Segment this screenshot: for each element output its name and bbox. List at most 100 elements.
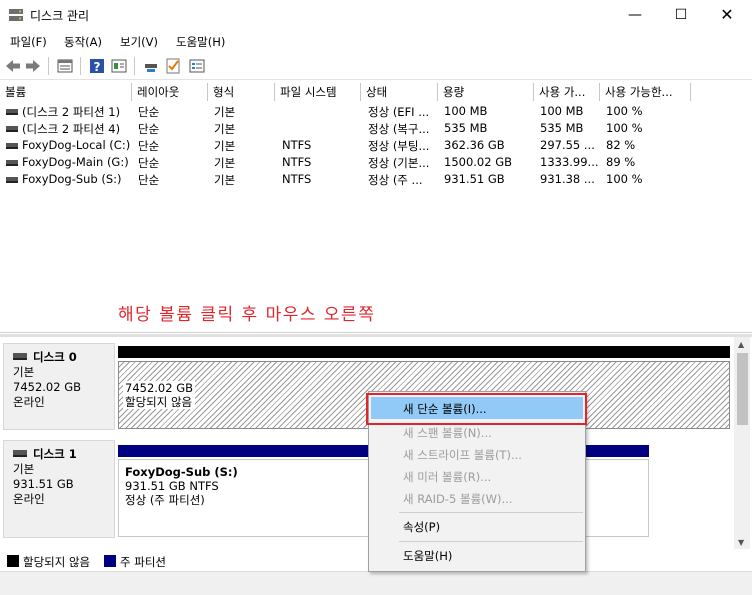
title-bar: 디스크 관리 — ☐ ✕ [0, 0, 752, 30]
disk-name: 디스크 1 [33, 447, 77, 461]
column-header-free-space[interactable]: 사용 가... [534, 83, 600, 101]
connect-icon[interactable] [142, 57, 160, 75]
menu-item-help[interactable]: 도움말(H) [403, 548, 452, 564]
toolbar-separator [80, 57, 81, 75]
menu-separator [399, 512, 583, 513]
minimize-button[interactable]: — [612, 0, 658, 30]
column-header-status[interactable]: 상태 [361, 83, 438, 101]
menu-file[interactable]: 파일(F) [10, 34, 47, 50]
menu-help[interactable]: 도움말(H) [176, 34, 225, 50]
status-bar [0, 571, 752, 595]
volume-type: 기본 [214, 122, 236, 136]
column-header-capacity[interactable]: 용량 [438, 83, 534, 101]
volume-status: 정상 (복구... [368, 122, 430, 136]
help-icon[interactable]: ? [88, 57, 106, 75]
close-button[interactable]: ✕ [704, 0, 750, 30]
column-header-type[interactable]: 형식 [208, 83, 275, 101]
menu-separator [399, 541, 583, 542]
scroll-down-icon[interactable]: ▼ [738, 538, 744, 547]
scrollbar-thumb[interactable] [737, 353, 748, 425]
menu-item-properties[interactable]: 속성(P) [403, 519, 440, 535]
toolbar: ? [0, 52, 752, 80]
volume-free-space: 931.38 ... [540, 172, 595, 186]
disk-icon [13, 353, 27, 360]
volume-type: 기본 [214, 173, 236, 187]
volume-icon [6, 126, 18, 132]
table-row[interactable]: (디스크 2 파티션 1) 단순 기본 정상 (EFI ... 100 MB 1… [0, 103, 752, 120]
table-row[interactable]: FoxyDog-Sub (S:) 단순 기본 NTFS 정상 (주 ... 93… [0, 171, 752, 188]
legend-label-unallocated: 할당되지 않음 [23, 555, 91, 569]
column-header-filesystem[interactable]: 파일 시스템 [275, 83, 361, 101]
menu-item-new-spanned-volume[interactable]: 새 스팬 볼륨(N)... [403, 425, 492, 441]
disk-1-label[interactable]: 디스크 1 기본 931.51 GB 온라인 [3, 440, 115, 538]
volume-filesystem: NTFS [282, 172, 312, 186]
volume-capacity: 100 MB [444, 104, 488, 118]
menu-view[interactable]: 보기(V) [120, 34, 158, 50]
volume-name: (디스크 2 파티션 4) [22, 122, 121, 136]
toolbar-separator [48, 57, 49, 75]
maximize-button[interactable]: ☐ [658, 0, 704, 30]
toolbar-separator [134, 57, 135, 75]
volume-filesystem: NTFS [282, 138, 312, 152]
volume-capacity: 931.51 GB [444, 172, 505, 186]
table-row[interactable]: FoxyDog-Local (C:) 단순 기본 NTFS 정상 (부팅... … [0, 137, 752, 154]
volume-percent-free: 100 % [606, 104, 643, 118]
forward-arrow-icon[interactable] [24, 57, 42, 75]
check-icon[interactable] [164, 57, 182, 75]
volume-icon [6, 160, 18, 166]
volume-percent-free: 100 % [606, 121, 643, 135]
volume-free-space: 100 MB [540, 104, 584, 118]
volume-layout: 단순 [138, 139, 160, 153]
detail-icon[interactable] [188, 57, 206, 75]
menu-item-new-striped-volume[interactable]: 새 스트라이프 볼륨(T)... [403, 447, 522, 463]
disk-kind: 기본 [13, 462, 35, 476]
volume-type: 기본 [214, 139, 236, 153]
volume-name: FoxyDog-Sub (S:) [22, 172, 122, 186]
disk-management-app-icon [9, 9, 23, 21]
list-view-icon[interactable] [56, 57, 74, 75]
disk-icon [13, 450, 27, 457]
partition-name: FoxyDog-Sub (S:) [125, 465, 238, 479]
back-arrow-icon[interactable] [4, 57, 22, 75]
properties-icon[interactable] [110, 57, 128, 75]
volume-layout: 단순 [138, 105, 160, 119]
volume-layout: 단순 [138, 173, 160, 187]
volume-percent-free: 82 % [606, 138, 636, 152]
instruction-annotation: 해당 볼륨 클릭 후 마우스 오른쪽 [118, 305, 376, 325]
unallocated-label: 할당되지 않음 [125, 395, 193, 409]
volume-capacity: 362.36 GB [444, 138, 505, 152]
menu-action[interactable]: 동작(A) [64, 34, 102, 50]
volume-type: 기본 [214, 105, 236, 119]
menu-item-new-mirrored-volume[interactable]: 새 미러 볼륨(R)... [403, 469, 491, 485]
volume-list: 볼륨 레이아웃 형식 파일 시스템 상태 용량 사용 가... 사용 가능한..… [0, 81, 752, 333]
disk-kind: 기본 [13, 365, 35, 379]
unallocated-text: 7452.02 GB 할당되지 않음 [123, 381, 196, 409]
volume-status: 정상 (기본... [368, 156, 430, 170]
volume-free-space: 297.55 ... [540, 138, 595, 152]
column-header-layout[interactable]: 레이아웃 [132, 83, 208, 101]
volume-layout: 단순 [138, 122, 160, 136]
table-row[interactable]: (디스크 2 파티션 4) 단순 기본 정상 (복구... 535 MB 535… [0, 120, 752, 137]
unallocated-bar [118, 346, 730, 358]
highlight-annotation-box [366, 393, 587, 425]
partition-size: 931.51 GB NTFS [125, 479, 219, 493]
volume-icon [6, 177, 18, 183]
volume-icon [6, 143, 18, 149]
volume-percent-free: 100 % [606, 172, 643, 186]
table-row[interactable]: FoxyDog-Main (G:) 단순 기본 NTFS 정상 (기본... 1… [0, 154, 752, 171]
volume-status: 정상 (주 ... [368, 173, 423, 187]
volume-free-space: 535 MB [540, 121, 584, 135]
partition-status: 정상 (주 파티션) [125, 493, 205, 507]
column-header-percent-free[interactable]: 사용 가능한... [600, 83, 691, 101]
volume-type: 기본 [214, 156, 236, 170]
volume-percent-free: 89 % [606, 155, 636, 169]
menu-item-new-raid5-volume[interactable]: 새 RAID-5 볼륨(W)... [403, 491, 512, 507]
primary-partition-text: FoxyDog-Sub (S:) 931.51 GB NTFS 정상 (주 파티… [125, 465, 238, 507]
column-header-volume[interactable]: 볼륨 [0, 83, 132, 101]
disk-0-label[interactable]: 디스크 0 기본 7452.02 GB 온라인 [3, 343, 115, 430]
disk-size: 7452.02 GB [13, 380, 82, 394]
volume-status: 정상 (EFI ... [368, 105, 430, 119]
disk-name: 디스크 0 [33, 350, 77, 364]
disk-size: 931.51 GB [13, 477, 74, 491]
scroll-up-icon[interactable]: ▲ [738, 340, 744, 349]
